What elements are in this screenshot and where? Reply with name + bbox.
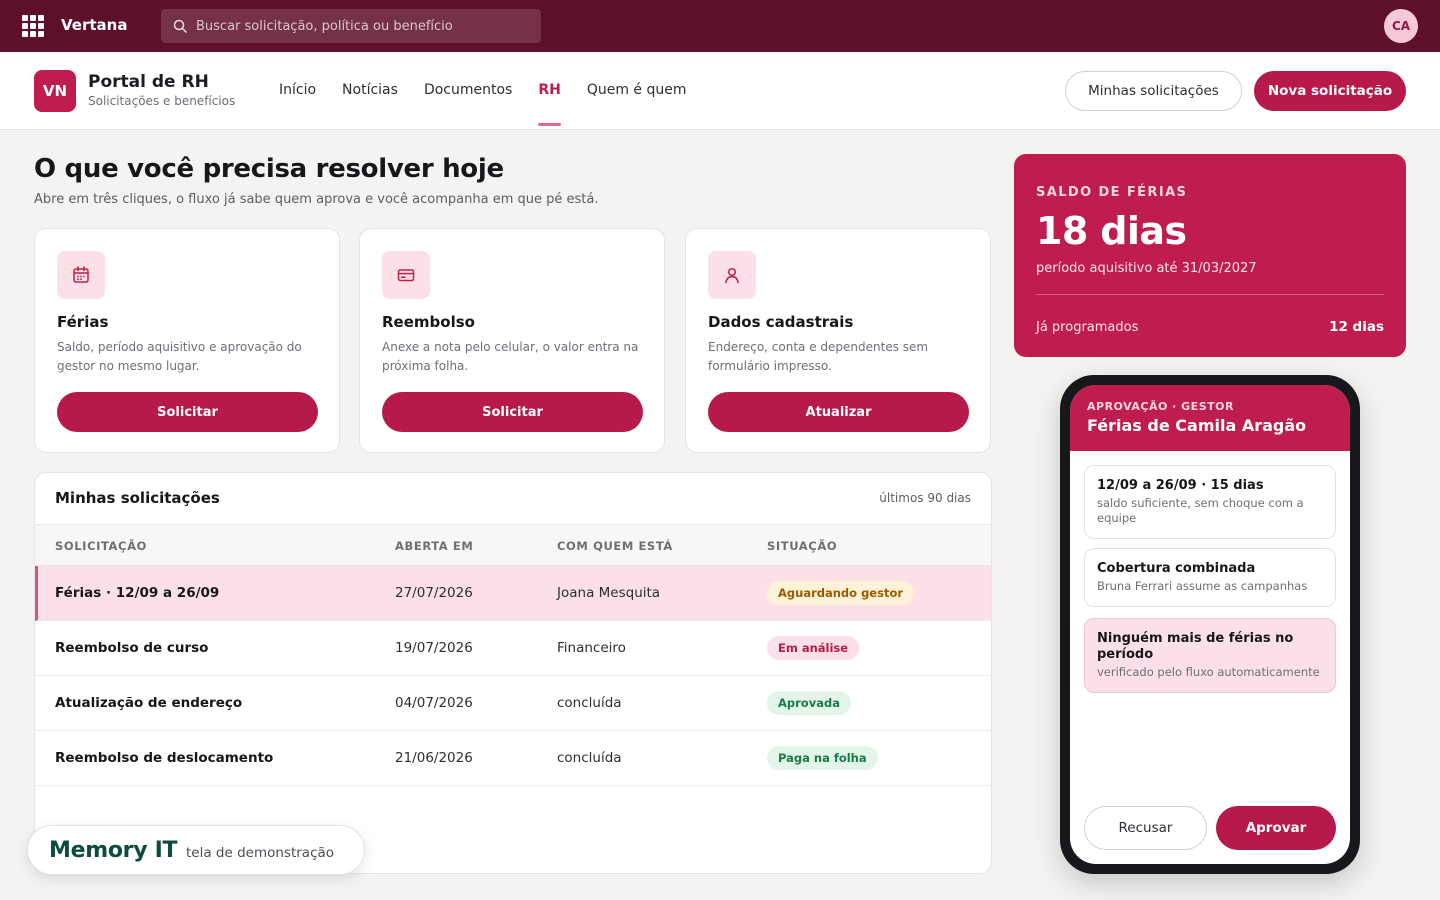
nav-documentos[interactable]: Documentos xyxy=(424,82,512,98)
brand-name: Vertana xyxy=(61,16,128,34)
status-badge: Aprovada xyxy=(767,691,851,715)
approval-item-title: 12/09 a 26/09 · 15 dias xyxy=(1097,478,1264,493)
card-description: Anexe a nota pelo celular, o valor entra… xyxy=(382,340,639,373)
column-header: COM QUEM ESTÁ xyxy=(557,539,673,553)
column-header: SOLICITAÇÃO xyxy=(55,539,147,553)
request-vacation-button[interactable]: Solicitar xyxy=(57,392,318,432)
approval-item-subtitle: verificado pelo fluxo automaticamente xyxy=(1097,665,1320,679)
approval-header: APROVAÇÃO · GESTOR Férias de Camila Arag… xyxy=(1070,385,1350,451)
column-header: ABERTA EM xyxy=(395,539,474,553)
request-name: Férias · 12/09 a 26/09 xyxy=(55,585,220,601)
main-nav: Início Notícias Documentos RH Quem é que… xyxy=(279,82,713,126)
search-input[interactable] xyxy=(196,18,526,34)
request-reimbursement-button[interactable]: Solicitar xyxy=(382,392,643,432)
page-subtitle: Abre em três cliques, o fluxo já sabe qu… xyxy=(34,192,599,207)
approve-button[interactable]: Aprovar xyxy=(1216,806,1336,850)
request-opened-date: 21/06/2026 xyxy=(395,750,473,766)
my-requests-button[interactable]: Minhas solicitações xyxy=(1065,71,1242,111)
request-owner: concluída xyxy=(557,750,622,766)
scheduled-value: 12 dias xyxy=(1329,319,1384,335)
card-title: Férias xyxy=(57,313,109,331)
user-avatar[interactable]: CA xyxy=(1384,9,1418,43)
table-row[interactable]: Atualização de endereço 04/07/2026 concl… xyxy=(35,676,991,731)
request-opened-date: 27/07/2026 xyxy=(395,585,473,601)
nav-rh[interactable]: RH xyxy=(538,82,561,126)
nav-quem-e-quem[interactable]: Quem é quem xyxy=(587,82,687,98)
phone-mockup: APROVAÇÃO · GESTOR Férias de Camila Arag… xyxy=(1060,375,1360,874)
scheduled-label: Já programados xyxy=(1036,320,1139,335)
update-data-button[interactable]: Atualizar xyxy=(708,392,969,432)
approval-title: Férias de Camila Aragão xyxy=(1087,416,1307,435)
card-dados-cadastrais: Dados cadastrais Endereço, conta e depen… xyxy=(685,228,991,453)
table-row[interactable]: Reembolso de curso 19/07/2026 Financeiro… xyxy=(35,621,991,676)
request-owner: Joana Mesquita xyxy=(557,585,661,601)
new-request-button[interactable]: Nova solicitação xyxy=(1254,71,1406,111)
page-title: O que você precisa resolver hoje xyxy=(34,154,504,184)
table-title: Minhas solicitações xyxy=(55,489,220,507)
table-range: últimos 90 dias xyxy=(879,491,971,505)
table-header: SOLICITAÇÃO ABERTA EM COM QUEM ESTÁ SITU… xyxy=(35,524,991,566)
card-description: Saldo, período aquisitivo e aprovação do… xyxy=(57,340,302,373)
request-opened-date: 19/07/2026 xyxy=(395,640,473,656)
demo-watermark: Memory IT tela de demonstração xyxy=(27,825,365,875)
watermark-brand: Memory IT xyxy=(49,838,178,863)
divider xyxy=(1036,294,1384,295)
approval-item-subtitle: Bruna Ferrari assume as campanhas xyxy=(1097,579,1308,593)
reject-button[interactable]: Recusar xyxy=(1084,806,1207,850)
approval-item: 12/09 a 26/09 · 15 dias saldo suficiente… xyxy=(1084,465,1336,539)
approval-item-title: Ninguém mais de férias no período xyxy=(1097,631,1294,662)
request-owner: Financeiro xyxy=(557,640,626,656)
watermark-subtitle: tela de demonstração xyxy=(186,845,335,861)
credit-card-icon xyxy=(382,251,430,299)
portal-title: Portal de RH xyxy=(88,72,209,92)
card-title: Dados cadastrais xyxy=(708,313,854,331)
status-badge: Aguardando gestor xyxy=(767,581,915,605)
approval-item-title: Cobertura combinada xyxy=(1097,561,1256,576)
app-launcher-icon[interactable] xyxy=(22,15,44,37)
status-badge: Em análise xyxy=(767,636,860,660)
search-icon xyxy=(173,19,187,33)
balance-period: período aquisitivo até 31/03/2027 xyxy=(1036,261,1257,276)
approval-item-subtitle: saldo suficiente, sem choque com a equip… xyxy=(1097,496,1304,525)
card-reembolso: Reembolso Anexe a nota pelo celular, o v… xyxy=(359,228,665,453)
vacation-balance-card: SALDO DE FÉRIAS 18 dias período aquisiti… xyxy=(1014,154,1406,357)
portal-header: VN Portal de RH Solicitações e benefício… xyxy=(0,52,1440,130)
card-description: Endereço, conta e dependentes sem formul… xyxy=(708,340,929,373)
card-ferias: Férias Saldo, período aquisitivo e aprov… xyxy=(34,228,340,453)
request-owner: concluída xyxy=(557,695,622,711)
nav-noticias[interactable]: Notícias xyxy=(342,82,398,98)
requests-table: Minhas solicitações últimos 90 dias SOLI… xyxy=(34,472,992,874)
phone-screen: APROVAÇÃO · GESTOR Férias de Camila Arag… xyxy=(1070,385,1350,864)
request-opened-date: 04/07/2026 xyxy=(395,695,473,711)
portal-logo: VN xyxy=(34,70,76,112)
balance-value: 18 dias xyxy=(1036,209,1187,253)
balance-label: SALDO DE FÉRIAS xyxy=(1036,185,1188,200)
top-bar: Vertana CA xyxy=(0,0,1440,52)
request-name: Reembolso de deslocamento xyxy=(55,750,274,766)
approval-item: Cobertura combinada Bruna Ferrari assume… xyxy=(1084,548,1336,607)
search-box[interactable] xyxy=(161,9,541,43)
table-row[interactable]: Férias · 12/09 a 26/09 27/07/2026 Joana … xyxy=(35,566,991,621)
column-header: SITUAÇÃO xyxy=(767,539,838,553)
approval-label: APROVAÇÃO · GESTOR xyxy=(1087,400,1234,413)
calendar-icon xyxy=(57,251,105,299)
card-title: Reembolso xyxy=(382,313,475,331)
user-icon xyxy=(708,251,756,299)
nav-inicio[interactable]: Início xyxy=(279,82,316,98)
table-row[interactable]: Reembolso de deslocamento 21/06/2026 con… xyxy=(35,731,991,786)
status-badge: Paga na folha xyxy=(767,746,878,770)
approval-item: Ninguém mais de férias no período verifi… xyxy=(1084,618,1336,693)
portal-subtitle: Solicitações e benefícios xyxy=(88,94,236,108)
request-name: Reembolso de curso xyxy=(55,640,209,656)
request-name: Atualização de endereço xyxy=(55,695,243,711)
